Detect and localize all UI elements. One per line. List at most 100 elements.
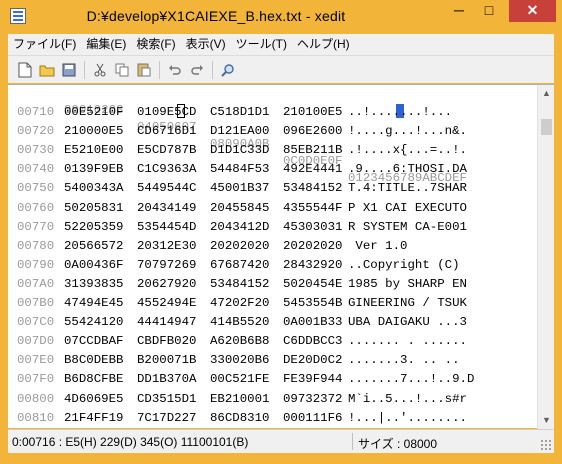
search-icon[interactable] xyxy=(217,59,239,81)
hex-byte-group[interactable]: 5400343A xyxy=(64,180,124,197)
hex-byte-group[interactable]: D1D1C33D xyxy=(210,142,270,159)
hex-byte-group[interactable]: 210100E5 xyxy=(283,104,343,121)
hex-byte-group[interactable]: 330020B6 xyxy=(210,352,270,369)
ascii-text[interactable]: GINEERING / TSUK xyxy=(348,295,467,312)
ascii-text[interactable]: .......3. .. .. xyxy=(348,352,460,369)
menu-view[interactable]: 表示(V) xyxy=(181,34,231,55)
ascii-text[interactable]: ..Copyright (C) xyxy=(348,257,460,274)
hex-byte-group[interactable]: 414B5520 xyxy=(210,314,270,331)
new-file-icon[interactable] xyxy=(14,59,36,81)
hex-byte-group[interactable]: CD3515D1 xyxy=(137,391,197,408)
hex-byte-group[interactable]: DD1B370A xyxy=(137,371,197,388)
hex-byte-group[interactable]: D121EA00 xyxy=(210,123,270,140)
minimize-button[interactable]: ─ xyxy=(444,0,474,22)
hex-byte-group[interactable]: 20455845 xyxy=(210,200,270,217)
ascii-text[interactable]: .!....x{...=..!. xyxy=(348,142,467,159)
hex-byte-group[interactable]: 67687420 xyxy=(210,257,270,274)
hex-byte-group[interactable]: 5020454E xyxy=(283,276,343,293)
scrollbar-thumb[interactable] xyxy=(541,119,552,135)
hex-byte-group[interactable]: E5210E00 xyxy=(64,142,124,159)
hex-byte-group[interactable]: 20312E30 xyxy=(137,238,197,255)
hex-byte-group[interactable]: 5453554B xyxy=(283,295,343,312)
hex-byte-group[interactable]: 07CCDBAF xyxy=(64,333,124,350)
maximize-button[interactable]: □ xyxy=(474,0,504,22)
hex-byte-group[interactable]: 0109E5CD xyxy=(137,104,197,121)
menu-search[interactable]: 検索(F) xyxy=(131,34,180,55)
menu-help[interactable]: ヘルプ(H) xyxy=(292,34,355,55)
hex-byte-group[interactable]: 0A001B33 xyxy=(283,314,343,331)
hex-byte-group[interactable]: B6D8CFBE xyxy=(64,371,124,388)
hex-byte-group[interactable]: 00C521FE xyxy=(210,371,270,388)
hex-byte-group[interactable]: 21F4FF19 xyxy=(64,410,124,427)
title-bar[interactable]: D:¥develop¥X1CAIEXE_B.hex.txt - xedit ─ … xyxy=(0,0,562,33)
hex-byte-group[interactable]: 20627920 xyxy=(137,276,197,293)
undo-icon[interactable] xyxy=(164,59,186,81)
ascii-text[interactable]: !....g...!...n&. xyxy=(348,123,467,140)
paste-icon[interactable] xyxy=(133,59,155,81)
hex-byte-group[interactable]: 09732372 xyxy=(283,391,343,408)
hex-byte-group[interactable]: 4355544F xyxy=(283,200,343,217)
hex-byte-group[interactable]: E5CD787B xyxy=(137,142,197,159)
hex-byte-group[interactable]: FE39F944 xyxy=(283,371,343,388)
hex-byte-group[interactable]: C1C9363A xyxy=(137,161,197,178)
hex-byte-group[interactable]: 45001B37 xyxy=(210,180,270,197)
hex-view[interactable]: 00010203 04050607 08090A0B 0C0D0E0F 0123… xyxy=(8,85,528,429)
ascii-text[interactable]: !...|..'........ xyxy=(348,410,467,427)
hex-editor[interactable]: 00010203 04050607 08090A0B 0C0D0E0F 0123… xyxy=(8,84,555,429)
scroll-down-icon[interactable]: ▼ xyxy=(538,412,555,429)
hex-byte-group[interactable]: 0139F9EB xyxy=(64,161,124,178)
ascii-text[interactable]: R SYSTEM CA-E001 xyxy=(348,219,467,236)
hex-byte-group[interactable]: 52205359 xyxy=(64,219,124,236)
close-button[interactable]: ✕ xyxy=(509,0,556,22)
hex-byte-group[interactable]: 31393835 xyxy=(64,276,124,293)
hex-byte-group[interactable]: C518D1D1 xyxy=(210,104,270,121)
hex-byte-group[interactable]: B8C0DEBB xyxy=(64,352,124,369)
resize-grip-icon[interactable] xyxy=(540,439,552,451)
hex-byte-group[interactable]: 47494E45 xyxy=(64,295,124,312)
hex-byte-group[interactable]: 20202020 xyxy=(283,238,343,255)
hex-byte-group[interactable]: EB210001 xyxy=(210,391,270,408)
hex-byte-group[interactable]: B200071B xyxy=(137,352,197,369)
hex-byte-group[interactable]: 70797269 xyxy=(137,257,197,274)
hex-byte-group[interactable]: 000111F6 xyxy=(283,410,343,427)
hex-byte-group[interactable]: 096E2600 xyxy=(283,123,343,140)
hex-byte-group[interactable]: A620B6B8 xyxy=(210,333,270,350)
hex-byte-group[interactable]: 20202020 xyxy=(210,238,270,255)
hex-byte-group[interactable]: 2043412D xyxy=(210,219,270,236)
ascii-text[interactable]: ..!.......!... xyxy=(348,104,452,121)
ascii-text[interactable]: P X1 CAI EXECUTO xyxy=(348,200,467,217)
hex-byte-group[interactable]: 50205831 xyxy=(64,200,124,217)
menu-file[interactable]: ファイル(F) xyxy=(8,34,81,55)
menu-edit[interactable]: 編集(E) xyxy=(81,34,131,55)
hex-byte-group[interactable]: 4552494E xyxy=(137,295,197,312)
hex-byte-group[interactable]: 85EB211B xyxy=(283,142,343,159)
ascii-text[interactable]: .......7...!..9.D xyxy=(348,371,474,388)
ascii-text[interactable]: .9....6:THOSI.DA xyxy=(348,161,467,178)
hex-byte-group[interactable]: 210000E5 xyxy=(64,123,124,140)
hex-byte-group[interactable]: 00E5210F xyxy=(64,104,124,121)
hex-byte-group[interactable]: 53484152 xyxy=(210,276,270,293)
ascii-text[interactable]: UBA DAIGAKU ...3 xyxy=(348,314,467,331)
cut-icon[interactable] xyxy=(89,59,111,81)
hex-byte-group[interactable]: 54484F53 xyxy=(210,161,270,178)
ascii-text[interactable]: M`i..5...!...s#r xyxy=(348,391,467,408)
ascii-text[interactable]: ....... . ...... xyxy=(348,333,467,350)
hex-byte-group[interactable]: 0A00436F xyxy=(64,257,124,274)
save-icon[interactable] xyxy=(58,59,80,81)
hex-byte-group[interactable]: 492E4441 xyxy=(283,161,343,178)
hex-byte-group[interactable]: C6DDBCC3 xyxy=(283,333,343,350)
hex-byte-group[interactable]: 86CD8310 xyxy=(210,410,270,427)
hex-byte-group[interactable]: 53484152 xyxy=(283,180,343,197)
hex-byte-group[interactable]: 55424120 xyxy=(64,314,124,331)
hex-byte-group[interactable]: 47202F20 xyxy=(210,295,270,312)
copy-icon[interactable] xyxy=(111,59,133,81)
redo-icon[interactable] xyxy=(186,59,208,81)
hex-byte-group[interactable]: CBDFB020 xyxy=(137,333,197,350)
hex-byte-group[interactable]: CD6716D1 xyxy=(137,123,197,140)
hex-byte-group[interactable]: 5449544C xyxy=(137,180,197,197)
menu-tools[interactable]: ツール(T) xyxy=(231,34,292,55)
hex-byte-group[interactable]: 20566572 xyxy=(64,238,124,255)
hex-byte-group[interactable]: 4D6069E5 xyxy=(64,391,124,408)
open-folder-icon[interactable] xyxy=(36,59,58,81)
hex-byte-group[interactable]: 7C17D227 xyxy=(137,410,197,427)
